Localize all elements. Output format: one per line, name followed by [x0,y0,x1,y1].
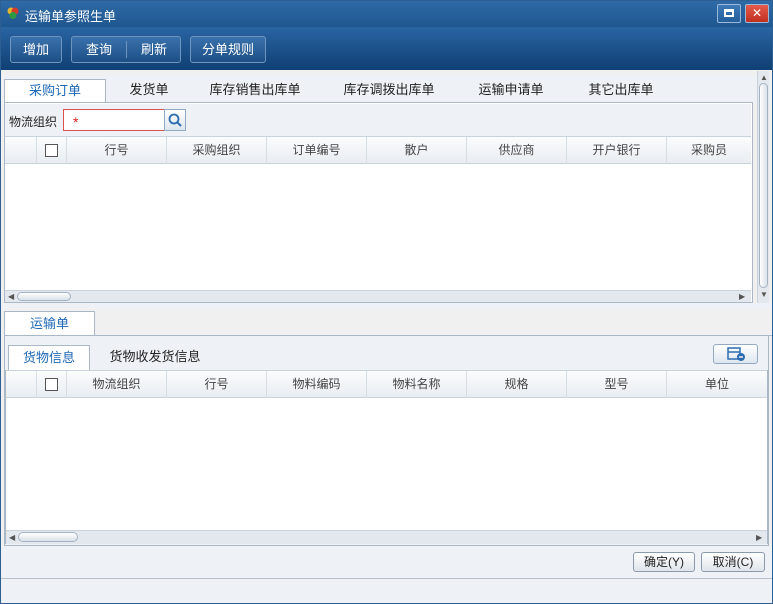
ok-button[interactable]: 确定(Y) [633,552,695,572]
row-options-button[interactable] [713,344,758,364]
column-header[interactable]: 订单编号 [267,137,367,164]
maximize-button[interactable] [717,4,741,23]
lower-horizontal-scrollbar[interactable]: ◀ ▶ [6,530,767,544]
upper-tab-bar: 采购订单 发货单 库存销售出库单 库存调拨出库单 运输申请单 其它出库单 [3,75,770,103]
tab-other-outbound[interactable]: 其它出库单 [575,79,667,103]
tab-sales-outbound[interactable]: 库存销售出库单 [195,79,315,103]
toolbar: 增加 查询 刷新 分单规则 [1,27,772,70]
close-button[interactable]: ✕ [745,4,769,23]
close-icon: ✕ [751,6,763,20]
cancel-button[interactable]: 取消(C) [701,552,765,572]
window-title: 运输单参照生单 [25,9,117,24]
maximize-icon [724,9,734,17]
column-header[interactable]: 供应商 [467,137,567,164]
scroll-left-icon[interactable]: ◀ [9,532,15,543]
select-all-checkbox[interactable] [45,144,58,157]
row-indicator-header [6,371,37,398]
column-header[interactable]: 规格 [467,371,567,398]
column-header[interactable]: 开户银行 [567,137,667,164]
upper-grid-header: 行号 采购组织 订单编号 散户 供应商 开户银行 采购员 [5,136,751,164]
tab-transport-request[interactable]: 运输申请单 [465,79,557,103]
upper-horizontal-scrollbar[interactable]: ◀ ▶ [5,290,751,302]
scroll-thumb[interactable] [759,83,768,288]
tab-transfer-outbound[interactable]: 库存调拨出库单 [329,79,449,103]
filter-bar: 物流组织 * [5,104,751,136]
add-button[interactable]: 增加 [10,36,62,63]
column-header[interactable]: 行号 [67,137,167,164]
tab-goods-info[interactable]: 货物信息 [8,345,90,370]
column-header[interactable]: 采购员 [667,137,751,164]
query-refresh-group: 查询 刷新 [71,36,181,63]
lower-grid-header: 物流组织 行号 物料编码 物料名称 规格 型号 单位 [6,370,767,398]
select-all-checkbox[interactable] [45,378,58,391]
scroll-down-icon[interactable]: ▼ [760,290,768,299]
query-button[interactable]: 查询 [72,37,126,62]
scroll-thumb[interactable] [18,532,78,542]
select-all-cell [37,371,67,398]
scroll-right-icon[interactable]: ▶ [756,532,762,543]
select-all-cell [37,137,67,164]
row-indicator-header [5,137,37,164]
scroll-up-icon[interactable]: ▲ [760,73,768,82]
app-icon [7,7,19,19]
column-header[interactable]: 物料编码 [267,371,367,398]
column-header[interactable]: 单位 [667,371,767,398]
scroll-left-icon[interactable]: ◀ [8,291,14,302]
dialog-window: 运输单参照生单 ✕ 增加 查询 刷新 分单规则 采购订单 发货单 库存销售出库单… [0,0,773,604]
column-settings-icon [727,347,745,361]
panel-splitter[interactable] [1,303,772,309]
tab-goods-shipping-info[interactable]: 货物收发货信息 [105,345,205,370]
search-button[interactable] [164,109,186,131]
logistics-org-input[interactable]: * [63,109,165,131]
column-header[interactable]: 物流组织 [67,371,167,398]
required-mark: * [73,114,79,130]
scroll-right-icon[interactable]: ▶ [739,291,745,302]
search-icon [168,113,182,127]
status-bar [1,578,772,603]
scroll-thumb[interactable] [17,292,71,301]
column-header[interactable]: 采购组织 [167,137,267,164]
split-rule-button[interactable]: 分单规则 [190,36,266,63]
tab-delivery-note[interactable]: 发货单 [111,79,187,103]
column-header[interactable]: 型号 [567,371,667,398]
tab-transport-order[interactable]: 运输单 [4,311,95,336]
logistics-org-label: 物流组织 [9,115,58,129]
title-bar: 运输单参照生单 ✕ [1,1,772,27]
upper-vertical-scrollbar[interactable]: ▲ ▼ [757,71,769,303]
refresh-button[interactable]: 刷新 [127,37,181,62]
column-header[interactable]: 行号 [167,371,267,398]
tab-purchase-order[interactable]: 采购订单 [4,79,106,103]
column-header[interactable]: 物料名称 [367,371,467,398]
column-header[interactable]: 散户 [367,137,467,164]
